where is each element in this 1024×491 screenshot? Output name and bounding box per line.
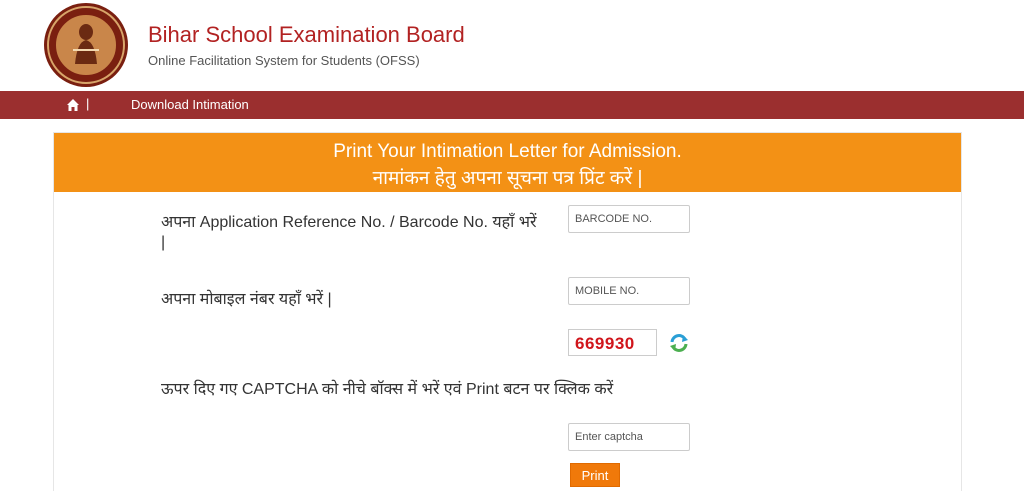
captcha-instruction: ऊपर दिए गए CAPTCHA को नीचे बॉक्स में भरे… xyxy=(161,381,614,398)
site-header: Bihar School Examination Board Online Fa… xyxy=(0,0,1024,92)
mobile-label: अपना मोबाइल नंबर यहाँ भरें | xyxy=(161,291,332,308)
board-subtitle: Online Facilitation System for Students … xyxy=(148,53,420,68)
main-navbar: | Download Intimation xyxy=(0,91,1024,119)
bseb-logo-icon xyxy=(44,3,128,87)
board-title: Bihar School Examination Board xyxy=(148,22,465,47)
refresh-icon[interactable] xyxy=(668,332,690,354)
nav-download-intimation-link[interactable]: Download Intimation xyxy=(131,97,249,112)
nav-separator: | xyxy=(86,96,90,111)
mobile-input[interactable] xyxy=(568,277,690,305)
print-button[interactable]: Print xyxy=(570,463,620,487)
home-icon[interactable] xyxy=(66,98,80,112)
barcode-label: अपना Application Reference No. / Barcode… xyxy=(161,214,537,251)
panel-heading: Print Your Intimation Letter for Admissi… xyxy=(54,133,961,192)
captcha-input[interactable] xyxy=(568,423,690,451)
panel-heading-hindi: नामांकन हेतु अपना सूचना पत्र प्रिंट करें… xyxy=(372,168,643,189)
captcha-image: 669930 xyxy=(568,329,657,356)
intimation-panel: Print Your Intimation Letter for Admissi… xyxy=(53,132,962,491)
barcode-input[interactable] xyxy=(568,205,690,233)
captcha-code: 669930 xyxy=(575,334,635,353)
panel-heading-english: Print Your Intimation Letter for Admissi… xyxy=(333,141,682,162)
